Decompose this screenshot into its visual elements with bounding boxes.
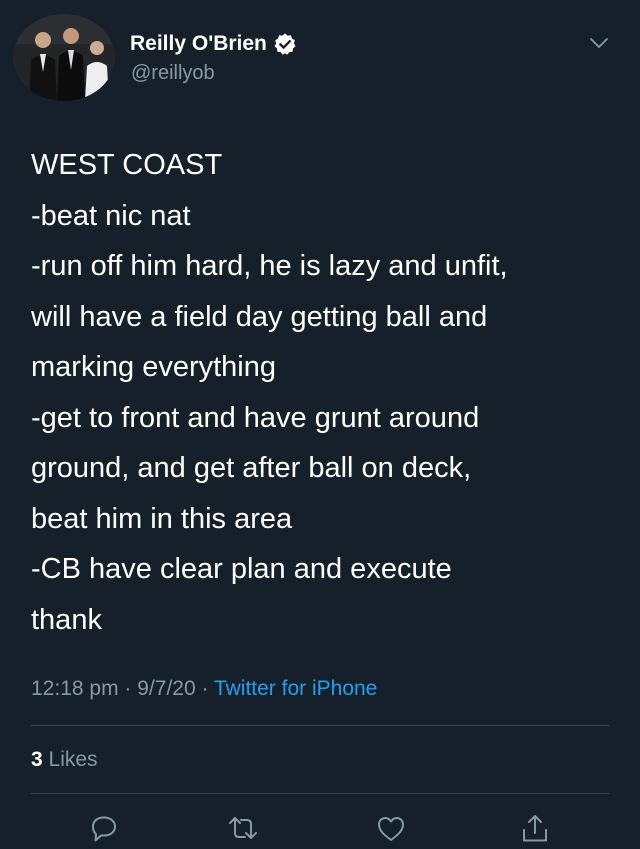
- tweet-metadata: 12:18 pm · 9/7/20 · Twitter for iPhone: [31, 675, 377, 703]
- tweet-text-line: will have a field day getting ball and: [31, 300, 488, 333]
- reply-icon[interactable]: [87, 812, 121, 846]
- like-icon[interactable]: [374, 812, 408, 846]
- tweet-text-line: -CB have clear plan and execute: [31, 553, 452, 585]
- tweet-detail-screen: Reilly O'Brien @reillyob WEST COAST -bea…: [0, 0, 640, 849]
- tweet-text-line: -beat nic nat: [31, 199, 191, 232]
- author-name[interactable]: Reilly O'Brien: [130, 31, 297, 57]
- tweet-text-line: thank: [31, 603, 102, 636]
- meta-separator: ·: [124, 677, 132, 700]
- author-name-text: Reilly O'Brien: [130, 32, 267, 55]
- likes-number: 3: [31, 748, 43, 771]
- likes-label: Likes: [48, 748, 98, 771]
- retweet-icon[interactable]: [226, 812, 260, 846]
- tweet-text-line: ground, and get after ball on deck,: [31, 452, 472, 484]
- tweet-source-link[interactable]: Twitter for iPhone: [214, 677, 377, 700]
- tweet-text-line: -run off him hard, he is lazy and unfit,: [31, 250, 508, 282]
- divider: [31, 793, 609, 794]
- tweet-text-line: marking everything: [31, 351, 276, 383]
- chevron-down-icon[interactable]: [585, 32, 613, 54]
- tweet-date: 9/7/20: [137, 677, 196, 700]
- divider: [31, 725, 609, 726]
- avatar-photo: [13, 14, 115, 101]
- verified-badge-icon: [274, 33, 296, 55]
- likes-count[interactable]: 3 Likes: [31, 746, 98, 774]
- tweet-text-line: -get to front and have grunt around: [31, 401, 480, 434]
- tweet-text-line: WEST COAST: [31, 149, 223, 181]
- avatar[interactable]: [13, 14, 115, 101]
- meta-separator: ·: [201, 677, 209, 700]
- tweet-text: WEST COAST -beat nic nat -run off him ha…: [31, 140, 611, 645]
- tweet-time: 12:18 pm: [31, 677, 119, 700]
- share-icon[interactable]: [518, 812, 552, 846]
- author-handle[interactable]: @reillyob: [131, 61, 215, 85]
- tweet-text-line: beat him in this area: [31, 502, 293, 535]
